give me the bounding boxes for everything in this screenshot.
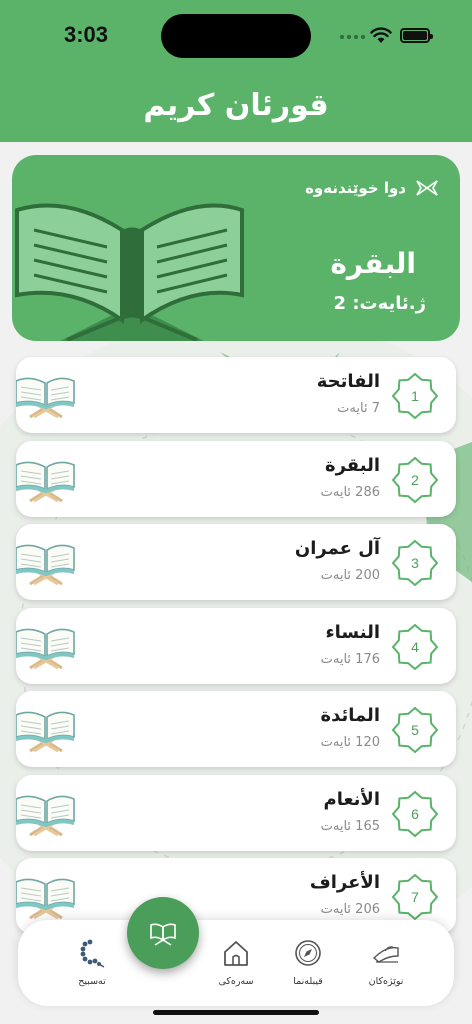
surah-name: الفاتحة	[316, 371, 380, 392]
status-bar: 3:03	[0, 0, 472, 70]
surah-name: الأنعام	[323, 788, 380, 810]
bottom-tab-bar: نوێژەکان قیبلەنما سەرەکی تەسبیح	[18, 920, 454, 1006]
surah-number: 4	[411, 638, 419, 655]
quran-book-icon	[16, 711, 75, 753]
surah-number: 1	[411, 388, 419, 404]
surah-card[interactable]: 6 الأنعام 165 ئایەت	[16, 774, 456, 851]
quran-book-icon	[16, 795, 75, 836]
tab-tasbih[interactable]: تەسبیح	[52, 938, 132, 987]
wifi-icon	[370, 27, 392, 43]
tab-label-tasbih: تەسبیح	[78, 976, 106, 987]
surah-number: 5	[411, 722, 419, 738]
quran-book-icon	[16, 878, 75, 920]
surah-number: 6	[411, 805, 419, 822]
prayer-mat-icon	[372, 946, 399, 963]
surah-verse-count: 7 ئایەت	[337, 401, 380, 416]
surah-verse-count: 165 ئایەت	[320, 818, 380, 834]
cellular-signal-icon	[340, 35, 365, 39]
surah-number: 3	[411, 555, 419, 571]
tab-prayer-times[interactable]: نوێژەکان	[346, 938, 426, 987]
surah-card[interactable]: 4 النساء 176 ئایەت	[16, 607, 456, 684]
last-read-header: دوا خوێندنەوە	[305, 179, 438, 197]
quran-book-icon	[16, 628, 75, 669]
surah-verse-count: 120 ئایەت	[320, 735, 380, 750]
surah-number-badge: 1	[391, 372, 439, 420]
surah-card[interactable]: 1 الفاتحة 7 ئایەت	[16, 357, 456, 433]
dynamic-island	[161, 14, 311, 58]
surah-card[interactable]: 3 آل عمران 200 ئایەت	[16, 524, 456, 600]
surah-number: 2	[411, 471, 419, 488]
surah-number-badge: 3	[391, 539, 439, 587]
quran-book-icon	[150, 923, 176, 946]
quran-book-icon	[16, 377, 75, 419]
tab-home[interactable]: سەرەکی	[196, 938, 276, 987]
surah-name: النساء	[325, 621, 380, 643]
status-time: 3:03	[64, 22, 109, 47]
surah-number-badge: 7	[391, 873, 439, 921]
last-read-verse: ژ.ئایەت: 2	[333, 293, 426, 314]
prayer-beads-icon	[80, 939, 105, 968]
app-header: قورئان كريم	[0, 70, 472, 142]
home-indicator	[153, 1010, 319, 1015]
surah-number-badge: 2	[391, 456, 439, 503]
last-read-card[interactable]: دوا خوێندنەوە البقرة ژ.ئایەت: 2	[12, 155, 460, 341]
last-read-surah: البقرة	[330, 247, 416, 280]
surah-list: 1 الفاتحة 7 ئایەت 2 البقرة 286 ئایەت 3 آ…	[16, 357, 456, 942]
surah-number: 7	[411, 889, 419, 905]
tab-label-prayer: نوێژەکان	[368, 976, 404, 987]
surah-name: البقرة	[324, 454, 380, 476]
page-title: قورئان كريم	[143, 88, 329, 123]
surah-name: آل عمران	[294, 538, 380, 559]
surah-card[interactable]: 5 المائدة 120 ئایەت	[16, 691, 456, 767]
surah-number-badge: 4	[391, 623, 439, 670]
battery-icon	[400, 28, 433, 43]
tab-label-qibla: قیبلەنما	[293, 976, 323, 987]
home-icon	[224, 941, 248, 966]
tab-qibla[interactable]: قیبلەنما	[268, 938, 348, 987]
quran-fab-button[interactable]	[127, 897, 199, 969]
ribbon-icon	[416, 180, 438, 196]
surah-number-badge: 6	[391, 790, 439, 837]
open-quran-illustration	[15, 203, 244, 341]
tab-label-home: سەرەکی	[218, 976, 254, 987]
surah-name: الأعراف	[309, 872, 380, 893]
surah-verse-count: 286 ئایەت	[320, 484, 380, 500]
surah-number-badge: 5	[391, 706, 439, 754]
surah-name: المائدة	[320, 705, 380, 726]
compass-icon	[295, 940, 321, 966]
surah-verse-count: 206 ئایەت	[320, 902, 380, 917]
quran-book-icon	[16, 544, 75, 586]
surah-verse-count: 200 ئایەت	[320, 568, 380, 583]
quran-book-icon	[16, 461, 75, 502]
surah-card[interactable]: 2 البقرة 286 ئایەت	[16, 440, 456, 517]
last-read-label: دوا خوێندنەوە	[305, 179, 406, 197]
surah-verse-count: 176 ئایەت	[320, 651, 380, 667]
